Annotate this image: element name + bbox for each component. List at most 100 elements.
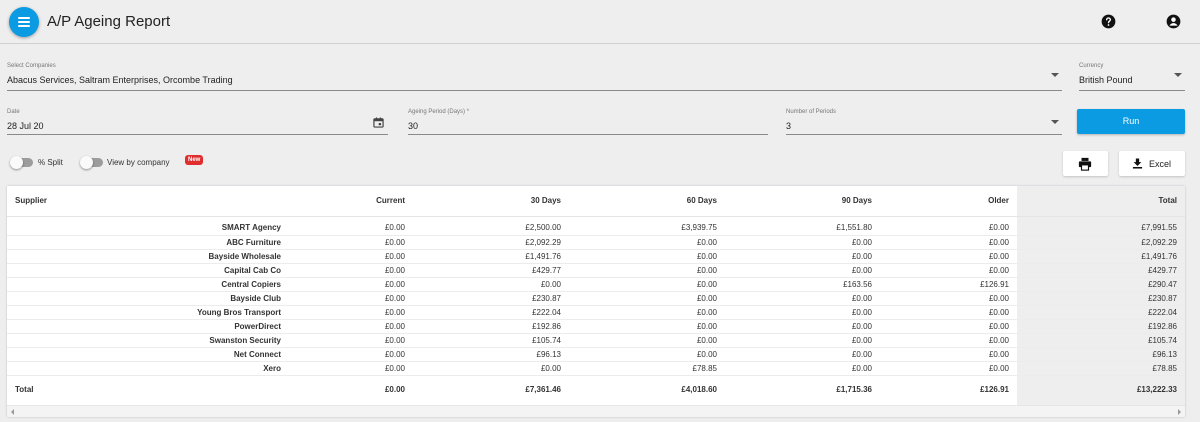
amount-cell: £0.00	[287, 305, 413, 320]
amount-cell: £163.56	[725, 277, 880, 292]
app-bar: A/P Ageing Report	[0, 0, 1200, 44]
currency-value: British Pound	[1079, 75, 1133, 85]
table-row[interactable]: PowerDirect £0.00 £192.86 £0.00 £0.00 £0.00 £1…	[7, 319, 1185, 334]
amount-cell: £0.00	[569, 249, 725, 264]
supplier-name[interactable]: PowerDirect	[7, 319, 287, 334]
total-amount: £4,018.60	[569, 374, 725, 403]
amount-cell: £78.85	[569, 361, 725, 376]
amount-cell: £0.00	[880, 305, 1017, 320]
amount-cell: £0.00	[287, 263, 413, 278]
amount-cell: £0.00	[569, 263, 725, 278]
amount-cell: £0.00	[725, 263, 880, 278]
amount-cell: £96.13	[413, 347, 569, 362]
column-header[interactable]: Supplier	[7, 186, 287, 217]
help-icon[interactable]	[1101, 14, 1116, 29]
scroll-left-icon[interactable]	[11, 409, 14, 415]
supplier-name[interactable]: Bayside Club	[7, 291, 287, 306]
amount-cell: £0.00	[287, 347, 413, 362]
companies-select[interactable]: Select Companies Abacus Services, Saltra…	[7, 63, 1062, 91]
column-header[interactable]: 90 Days	[725, 186, 880, 217]
amount-cell: £0.00	[725, 291, 880, 306]
ageing-period-field[interactable]: Ageing Period (Days) * 30	[408, 109, 768, 135]
amount-cell: £0.00	[880, 361, 1017, 376]
table-row[interactable]: Net Connect £0.00 £96.13 £0.00 £0.00 £0.00 £96…	[7, 347, 1185, 362]
column-header[interactable]: Older	[880, 186, 1017, 217]
chevron-down-icon[interactable]	[1051, 120, 1059, 124]
amount-cell: £0.00	[725, 305, 880, 320]
supplier-name[interactable]: Xero	[7, 361, 287, 376]
date-field[interactable]: Date 28 Jul 20	[7, 109, 388, 135]
split-toggle-label: % Split	[38, 158, 63, 167]
num-periods-select[interactable]: Number of Periods 3	[786, 109, 1062, 135]
chevron-down-icon[interactable]	[1051, 73, 1059, 77]
column-header[interactable]: Current	[287, 186, 413, 217]
table-row[interactable]: Central Copiers £0.00 £0.00 £0.00 £163.56 £12…	[7, 277, 1185, 292]
amount-cell: £0.00	[880, 319, 1017, 334]
account-icon[interactable]	[1166, 14, 1181, 29]
calendar-icon[interactable]	[373, 117, 384, 128]
date-value: 28 Jul 20	[7, 121, 44, 131]
amount-cell: £192.86	[413, 319, 569, 334]
supplier-name[interactable]: Capital Cab Co	[7, 263, 287, 278]
supplier-name[interactable]: Young Bros Transport	[7, 305, 287, 320]
column-header[interactable]: 60 Days	[569, 186, 725, 217]
total-amount: £1,715.36	[725, 374, 880, 403]
chevron-down-icon[interactable]	[1174, 73, 1182, 77]
amount-cell: £3,939.75	[569, 221, 725, 236]
supplier-name[interactable]: SMART Agency	[7, 221, 287, 236]
run-button[interactable]: Run	[1077, 109, 1185, 134]
amount-cell: £0.00	[413, 361, 569, 376]
amount-cell: £2,092.29	[413, 235, 569, 250]
currency-select[interactable]: Currency British Pound	[1079, 63, 1185, 91]
table-row[interactable]: Bayside Club £0.00 £230.87 £0.00 £0.00 £0.00 £…	[7, 291, 1185, 306]
column-header[interactable]: Total	[1017, 186, 1185, 217]
table-row[interactable]: Bayside Wholesale £0.00 £1,491.76 £0.00 £0.0…	[7, 249, 1185, 264]
total-amount: £0.00	[287, 374, 413, 403]
table-row[interactable]: Capital Cab Co £0.00 £429.77 £0.00 £0.00 £0.0…	[7, 263, 1185, 278]
view-by-company-toggle[interactable]	[80, 156, 103, 169]
amount-cell: £290.47	[1017, 277, 1185, 292]
print-button[interactable]	[1063, 151, 1108, 176]
amount-cell: £0.00	[880, 333, 1017, 348]
amount-cell: £126.91	[880, 277, 1017, 292]
split-toggle[interactable]	[10, 156, 33, 169]
amount-cell: £192.86	[1017, 319, 1185, 334]
amount-cell: £230.87	[413, 291, 569, 306]
table-row[interactable]: Swanston Security £0.00 £105.74 £0.00 £0.00 £…	[7, 333, 1185, 348]
supplier-name[interactable]: ABC Furniture	[7, 235, 287, 250]
supplier-name[interactable]: Swanston Security	[7, 333, 287, 348]
total-amount: £13,222.33	[1017, 374, 1185, 403]
scroll-right-icon[interactable]	[1178, 409, 1181, 415]
table-row[interactable]: Young Bros Transport £0.00 £222.04 £0.00 £0.…	[7, 305, 1185, 320]
date-label: Date	[7, 109, 20, 115]
amount-cell: £2,500.00	[413, 221, 569, 236]
table-header-row: Supplier Current 30 Days 60 Days 90 Days…	[7, 186, 1185, 217]
supplier-name[interactable]: Central Copiers	[7, 277, 287, 292]
amount-cell: £0.00	[287, 235, 413, 250]
menu-icon[interactable]	[9, 7, 39, 37]
amount-cell: £0.00	[569, 235, 725, 250]
table-row[interactable]: SMART Agency £0.00 £2,500.00 £3,939.75 £1,55…	[7, 221, 1185, 236]
table-row[interactable]: Xero £0.00 £0.00 £78.85 £0.00 £0.00 £78.85	[7, 361, 1185, 376]
amount-cell: £0.00	[569, 277, 725, 292]
excel-export-button[interactable]: Excel	[1119, 151, 1185, 176]
amount-cell: £2,092.29	[1017, 235, 1185, 250]
excel-label: Excel	[1149, 159, 1172, 169]
amount-cell: £429.77	[1017, 263, 1185, 278]
supplier-name[interactable]: Bayside Wholesale	[7, 249, 287, 264]
currency-label: Currency	[1079, 63, 1104, 69]
amount-cell: £0.00	[287, 361, 413, 376]
amount-cell: £0.00	[725, 361, 880, 376]
horizontal-scrollbar[interactable]	[7, 405, 1185, 417]
amount-cell: £0.00	[287, 249, 413, 264]
amount-cell: £0.00	[287, 277, 413, 292]
table-row[interactable]: ABC Furniture £0.00 £2,092.29 £0.00 £0.00 £0.…	[7, 235, 1185, 250]
ageing-period-value: 30	[408, 121, 419, 131]
amount-cell: £0.00	[287, 333, 413, 348]
amount-cell: £0.00	[725, 319, 880, 334]
supplier-name[interactable]: Net Connect	[7, 347, 287, 362]
total-amount: £7,361.46	[413, 374, 569, 403]
amount-cell: £0.00	[569, 333, 725, 348]
column-header[interactable]: 30 Days	[413, 186, 569, 217]
amount-cell: £429.77	[413, 263, 569, 278]
